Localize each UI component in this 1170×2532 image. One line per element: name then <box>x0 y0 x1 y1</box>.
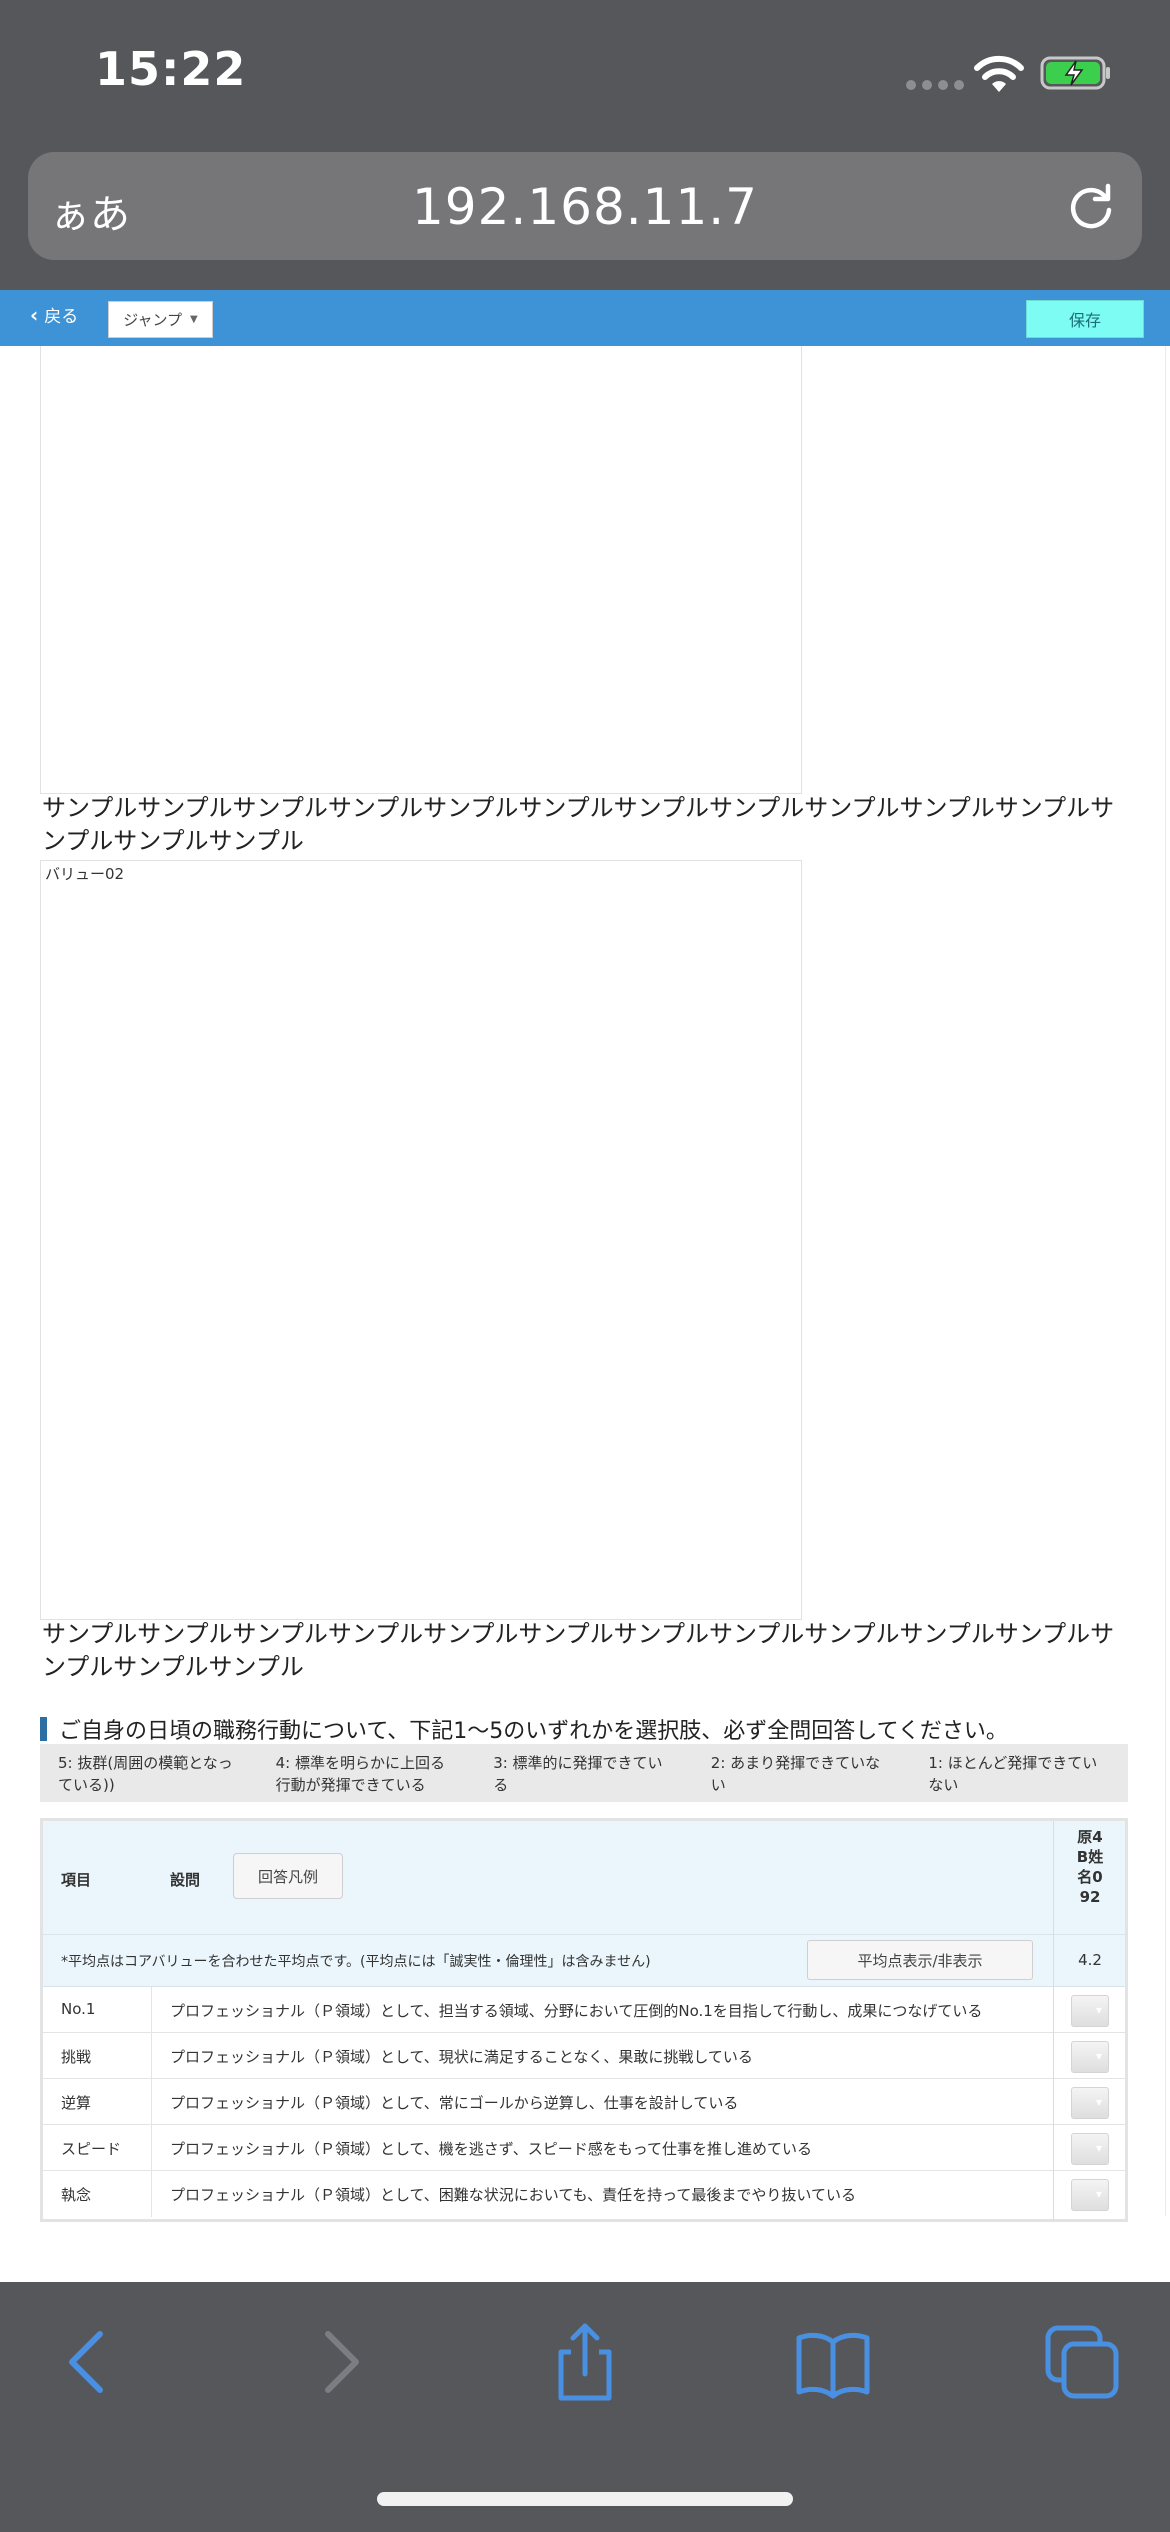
table-row: 挑戦 プロフェッショナル（Ｐ領域）として、現状に満足することなく、果敢に挑戦して… <box>43 2033 1125 2079</box>
caret-down-icon: ▼ <box>1095 2052 1102 2061</box>
content-right-border <box>1165 346 1166 2216</box>
rating-select[interactable]: ▼ <box>1071 2041 1109 2073</box>
save-button[interactable]: 保存 <box>1026 300 1144 338</box>
status-bar: 15:22 <box>0 0 1170 140</box>
rating-select[interactable]: ▼ <box>1071 2087 1109 2119</box>
chevron-left-icon: ‹ <box>30 302 39 327</box>
table-row: スピード プロフェッショナル（Ｐ領域）として、機を逃さず、スピード感をもって仕事… <box>43 2125 1125 2171</box>
table-row: 執念 プロフェッショナル（Ｐ領域）として、困難な状況においても、責任を持って最後… <box>43 2171 1125 2217</box>
row-question: プロフェッショナル（Ｐ領域）として、現状に満足することなく、果敢に挑戦している <box>170 2048 753 2066</box>
row-question: プロフェッショナル（Ｐ領域）として、常にゴールから逆算し、仕事を設計している <box>170 2094 739 2112</box>
answer-legend-button[interactable]: 回答凡例 <box>233 1853 343 1899</box>
row-item: スピード <box>61 2140 122 2158</box>
reload-icon[interactable] <box>1064 180 1118 234</box>
rating-select[interactable]: ▼ <box>1071 2179 1109 2211</box>
share-icon[interactable] <box>545 2322 625 2402</box>
jump-label: ジャンプ <box>123 311 183 329</box>
home-indicator <box>377 2492 793 2506</box>
header-question: 設問 <box>170 1871 201 1889</box>
value-frame-01 <box>40 346 802 794</box>
average-toggle-button[interactable]: 平均点表示/非表示 <box>807 1940 1033 1980</box>
instruction-heading: ご自身の日頃の職務行動について、下記1〜5のいずれかを選択肢、必ず全問回答してく… <box>40 1714 1130 1744</box>
scale-item-4: 4: 標準を明らかに上回る行動が発揮できている <box>275 1754 445 1794</box>
row-item: No.1 <box>61 2000 96 2018</box>
wifi-icon <box>974 55 1024 92</box>
average-row: *平均点はコアバリューを合わせた平均点です。(平均点には「誠実性・倫理性」は含み… <box>43 1935 1125 1987</box>
table-row: No.1 プロフェッショナル（Ｐ領域）として、担当する領域、分野において圧倒的N… <box>43 1987 1125 2033</box>
row-item: 逆算 <box>61 2094 92 2112</box>
frame-label: バリュー02 <box>45 865 125 883</box>
caret-down-icon: ▼ <box>1095 2006 1102 2015</box>
average-value: 4.2 <box>1078 1951 1102 1969</box>
rating-select[interactable]: ▼ <box>1071 1995 1109 2027</box>
caret-down-icon: ▼ <box>1095 2144 1102 2153</box>
caret-down-icon: ▼ <box>1095 2098 1102 2107</box>
instruction-text: ご自身の日頃の職務行動について、下記1〜5のいずれかを選択肢、必ず全問回答してく… <box>59 1719 1008 1744</box>
forward-arrow-icon <box>325 2331 359 2393</box>
row-item: 執念 <box>61 2186 92 2204</box>
name-column-divider <box>1053 1821 1054 2221</box>
row-question: プロフェッショナル（Ｐ領域）として、困難な状況においても、責任を持って最後までや… <box>170 2186 856 2204</box>
rating-scale: 5: 抜群(周囲の模範となっている)) 4: 標準を明らかに上回る行動が発揮でき… <box>40 1744 1128 1802</box>
scale-item-2: 2: あまり発揮できていない <box>710 1754 881 1794</box>
scale-item-1: 1: ほとんど発揮できていない <box>928 1754 1098 1794</box>
row-item: 挑戦 <box>61 2048 92 2066</box>
row-question: プロフェッショナル（Ｐ領域）として、機を逃さず、スピード感をもって仕事を推し進め… <box>170 2140 813 2158</box>
evaluation-table: 項目 設問 回答凡例 原4B姓名092 *平均点はコアバリューを合わせた平均点で… <box>40 1818 1128 2222</box>
tabs-icon[interactable] <box>1042 2322 1122 2402</box>
sample-text-1: サンプルサンプルサンプルサンプルサンプルサンプルサンプルサンプルサンプルサンプル… <box>42 794 1115 855</box>
scale-item-3: 3: 標準的に発揮できている <box>493 1754 663 1794</box>
row-question: プロフェッショナル（Ｐ領域）として、担当する領域、分野において圧倒的No.1を目… <box>170 2002 983 2020</box>
address-bar[interactable]: ぁあ 192.168.11.7 <box>28 152 1142 260</box>
app-toolbar: ‹ 戻る ジャンプ ▼ 保存 <box>0 290 1170 346</box>
status-time: 15:22 <box>95 42 247 96</box>
average-note: *平均点はコアバリューを合わせた平均点です。(平均点には「誠実性・倫理性」は含み… <box>61 1954 651 1970</box>
value-frame-02: バリュー02 <box>40 860 802 1620</box>
back-button[interactable]: ‹ 戻る <box>30 302 79 328</box>
back-label: 戻る <box>44 307 79 327</box>
rating-select[interactable]: ▼ <box>1071 2133 1109 2165</box>
table-header: 項目 設問 回答凡例 原4B姓名092 <box>43 1821 1125 1935</box>
browser-address-area: ぁあ 192.168.11.7 <box>0 140 1170 290</box>
back-arrow-icon[interactable] <box>48 2322 128 2402</box>
scale-item-5: 5: 抜群(周囲の模範となっている)) <box>58 1754 233 1794</box>
heading-accent-bar <box>40 1717 47 1741</box>
header-name: 原4B姓名092 <box>1076 1828 1104 1906</box>
cellular-signal-icon <box>906 80 964 90</box>
battery-charging-icon <box>1040 56 1110 90</box>
caret-down-icon: ▼ <box>190 314 198 325</box>
sample-text-2: サンプルサンプルサンプルサンプルサンプルサンプルサンプルサンプルサンプルサンプル… <box>42 1620 1115 1681</box>
caret-down-icon: ▼ <box>1095 2190 1102 2199</box>
url-text[interactable]: 192.168.11.7 <box>28 178 1142 236</box>
jump-select[interactable]: ジャンプ ▼ <box>108 301 213 338</box>
bookmarks-icon[interactable] <box>793 2322 873 2402</box>
table-row: 逆算 プロフェッショナル（Ｐ領域）として、常にゴールから逆算し、仕事を設計してい… <box>43 2079 1125 2125</box>
header-item: 項目 <box>61 1871 92 1889</box>
